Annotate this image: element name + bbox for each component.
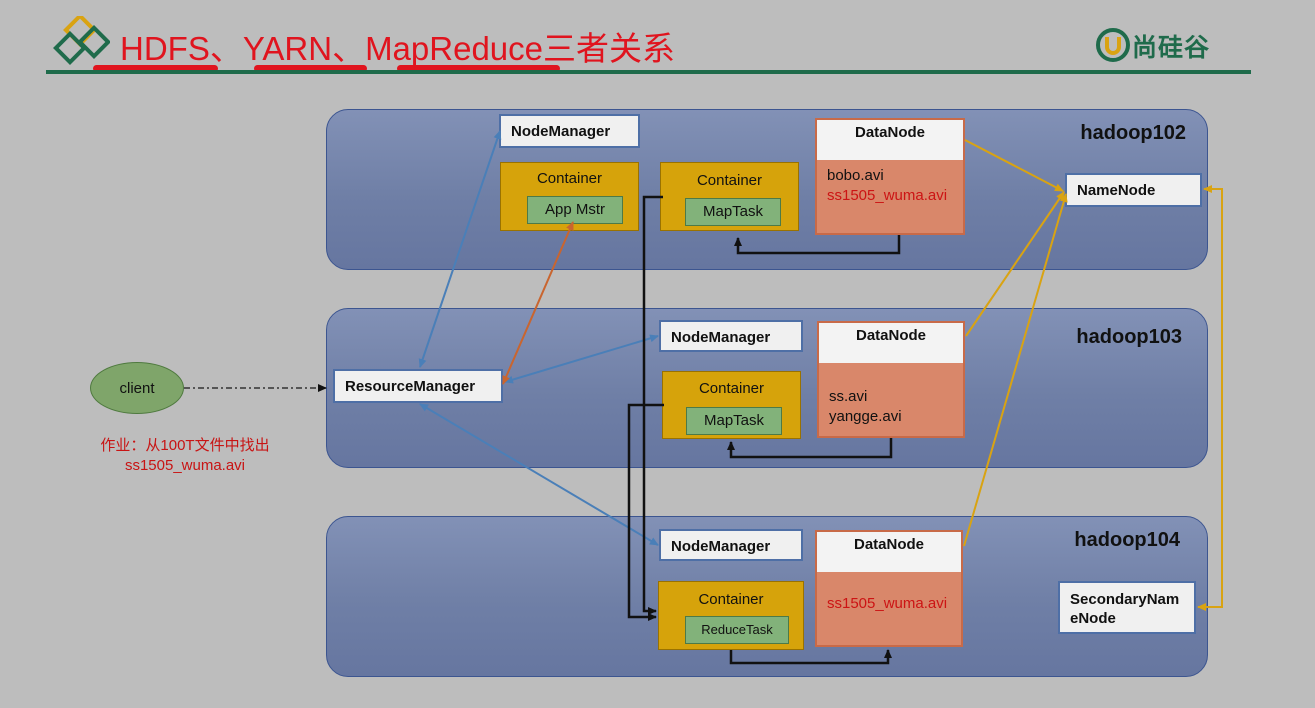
arrow-rm-nm102: [418, 130, 502, 368]
arrow-rm-appmaster: [502, 221, 574, 385]
connector-arrows: [184, 130, 1223, 665]
arrow-dn102-nn: [964, 139, 1064, 192]
arrow-rm-nm104: [419, 403, 659, 546]
arrow-maptask103-reduce: [627, 403, 664, 621]
arrow-dn102-maptask: [734, 235, 901, 255]
arrow-dn103-maptask: [727, 438, 893, 459]
arrow-nn-snn: [1197, 185, 1223, 611]
arrow-dn103-nn: [965, 191, 1065, 337]
arrow-rm-nm103: [504, 334, 659, 384]
arrow-reduce-dn104: [729, 649, 892, 665]
arrow-dn104-nn: [963, 193, 1068, 547]
